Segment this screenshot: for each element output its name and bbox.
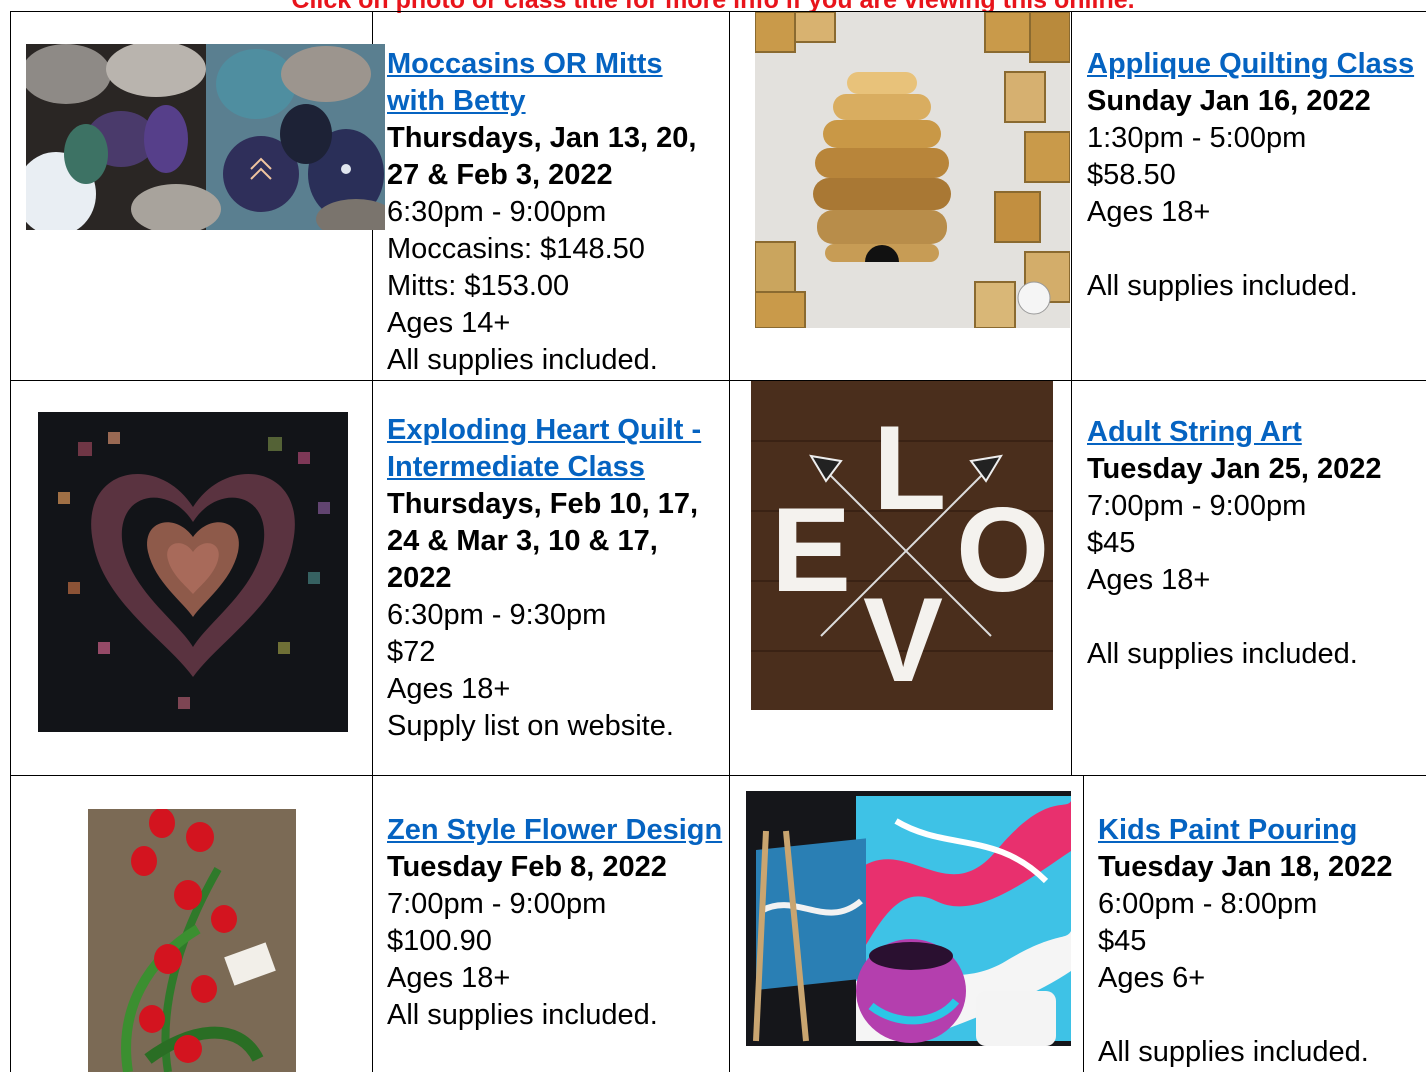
class-time: 6:30pm - 9:30pm (387, 599, 607, 631)
class-ages: Ages 18+ (387, 962, 511, 994)
class-title-link[interactable]: Adult String Art (1087, 414, 1422, 451)
class-card-moccasins: Moccasins OR Mitts with Betty Thursdays,… (387, 46, 727, 379)
class-card-paint-pouring: Kids Paint Pouring Tuesday Jan 18, 2022 … (1098, 812, 1424, 1071)
class-dates: Thursdays, Feb 10, 17, 24 & Mar 3, 10 & … (387, 488, 699, 594)
table-border-left (10, 11, 11, 1072)
class-dates: Tuesday Feb 8, 2022 (387, 851, 667, 883)
class-price: $45 (1087, 527, 1136, 559)
class-time: 6:00pm - 8:00pm (1098, 888, 1318, 920)
class-title-link[interactable]: Zen Style Flower Design (387, 812, 727, 849)
class-ages: Ages 18+ (1087, 196, 1211, 228)
row-divider-1 (10, 380, 1426, 381)
class-ages: Ages 18+ (1087, 564, 1211, 596)
class-supplies: All supplies included. (387, 999, 658, 1031)
class-price-mitts: Mitts: $153.00 (387, 270, 570, 302)
class-dates: Thursdays, Jan 13, 20, 27 & Feb 3, 2022 (387, 122, 697, 191)
applique-quilt-photo[interactable] (755, 12, 1070, 328)
string-art-letter-e: E (771, 483, 851, 617)
class-title-link[interactable]: Applique Quilting Class (1087, 46, 1422, 83)
class-price: $58.50 (1087, 159, 1176, 191)
exploding-heart-quilt-photo[interactable] (38, 412, 348, 732)
col-divider-2 (729, 11, 730, 1072)
moccasins-mitts-photo[interactable] (26, 44, 385, 230)
class-ages: Ages 6+ (1098, 962, 1206, 994)
class-supplies: Supply list on website. (387, 710, 674, 742)
class-title-link[interactable]: Moccasins OR Mitts with Betty (387, 46, 727, 120)
class-time: 7:00pm - 9:00pm (387, 888, 607, 920)
string-art-photo[interactable]: L E O V (751, 381, 1053, 710)
class-supplies: All supplies included. (1087, 638, 1358, 670)
class-supplies: All supplies included. (1087, 270, 1358, 302)
class-title-link[interactable]: Kids Paint Pouring (1098, 812, 1424, 849)
class-ages: Ages 14+ (387, 307, 511, 339)
col-divider-3b (1083, 775, 1084, 1072)
class-supplies: All supplies included. (387, 344, 658, 376)
class-time: 7:00pm - 9:00pm (1087, 490, 1307, 522)
class-card-applique: Applique Quilting Class Sunday Jan 16, 2… (1087, 46, 1422, 305)
class-dates: Sunday Jan 16, 2022 (1087, 85, 1371, 117)
class-title-link[interactable]: Exploding Heart Quilt - Intermediate Cla… (387, 412, 727, 486)
flower-design-photo[interactable] (88, 809, 296, 1072)
string-art-letter-v: V (863, 573, 943, 707)
class-price: $100.90 (387, 925, 492, 957)
class-ages: Ages 18+ (387, 673, 511, 705)
string-art-letter-l: L (873, 401, 946, 535)
class-supplies: All supplies included. (1098, 1036, 1369, 1068)
row-divider-2 (10, 775, 1426, 776)
class-dates: Tuesday Jan 25, 2022 (1087, 453, 1382, 485)
paint-pouring-photo[interactable] (746, 791, 1071, 1046)
class-price-moccasins: Moccasins: $148.50 (387, 233, 645, 265)
class-card-string-art: Adult String Art Tuesday Jan 25, 2022 7:… (1087, 414, 1422, 673)
table-border-top (10, 11, 1426, 12)
class-card-flower-design: Zen Style Flower Design Tuesday Feb 8, 2… (387, 812, 727, 1034)
col-divider-3a (1071, 11, 1072, 775)
string-art-letter-o: O (956, 483, 1049, 617)
class-dates: Tuesday Jan 18, 2022 (1098, 851, 1393, 883)
class-time: 6:30pm - 9:00pm (387, 196, 607, 228)
class-time: 1:30pm - 5:00pm (1087, 122, 1307, 154)
class-card-exploding-heart: Exploding Heart Quilt - Intermediate Cla… (387, 412, 727, 745)
class-price: $72 (387, 636, 436, 668)
class-price: $45 (1098, 925, 1147, 957)
